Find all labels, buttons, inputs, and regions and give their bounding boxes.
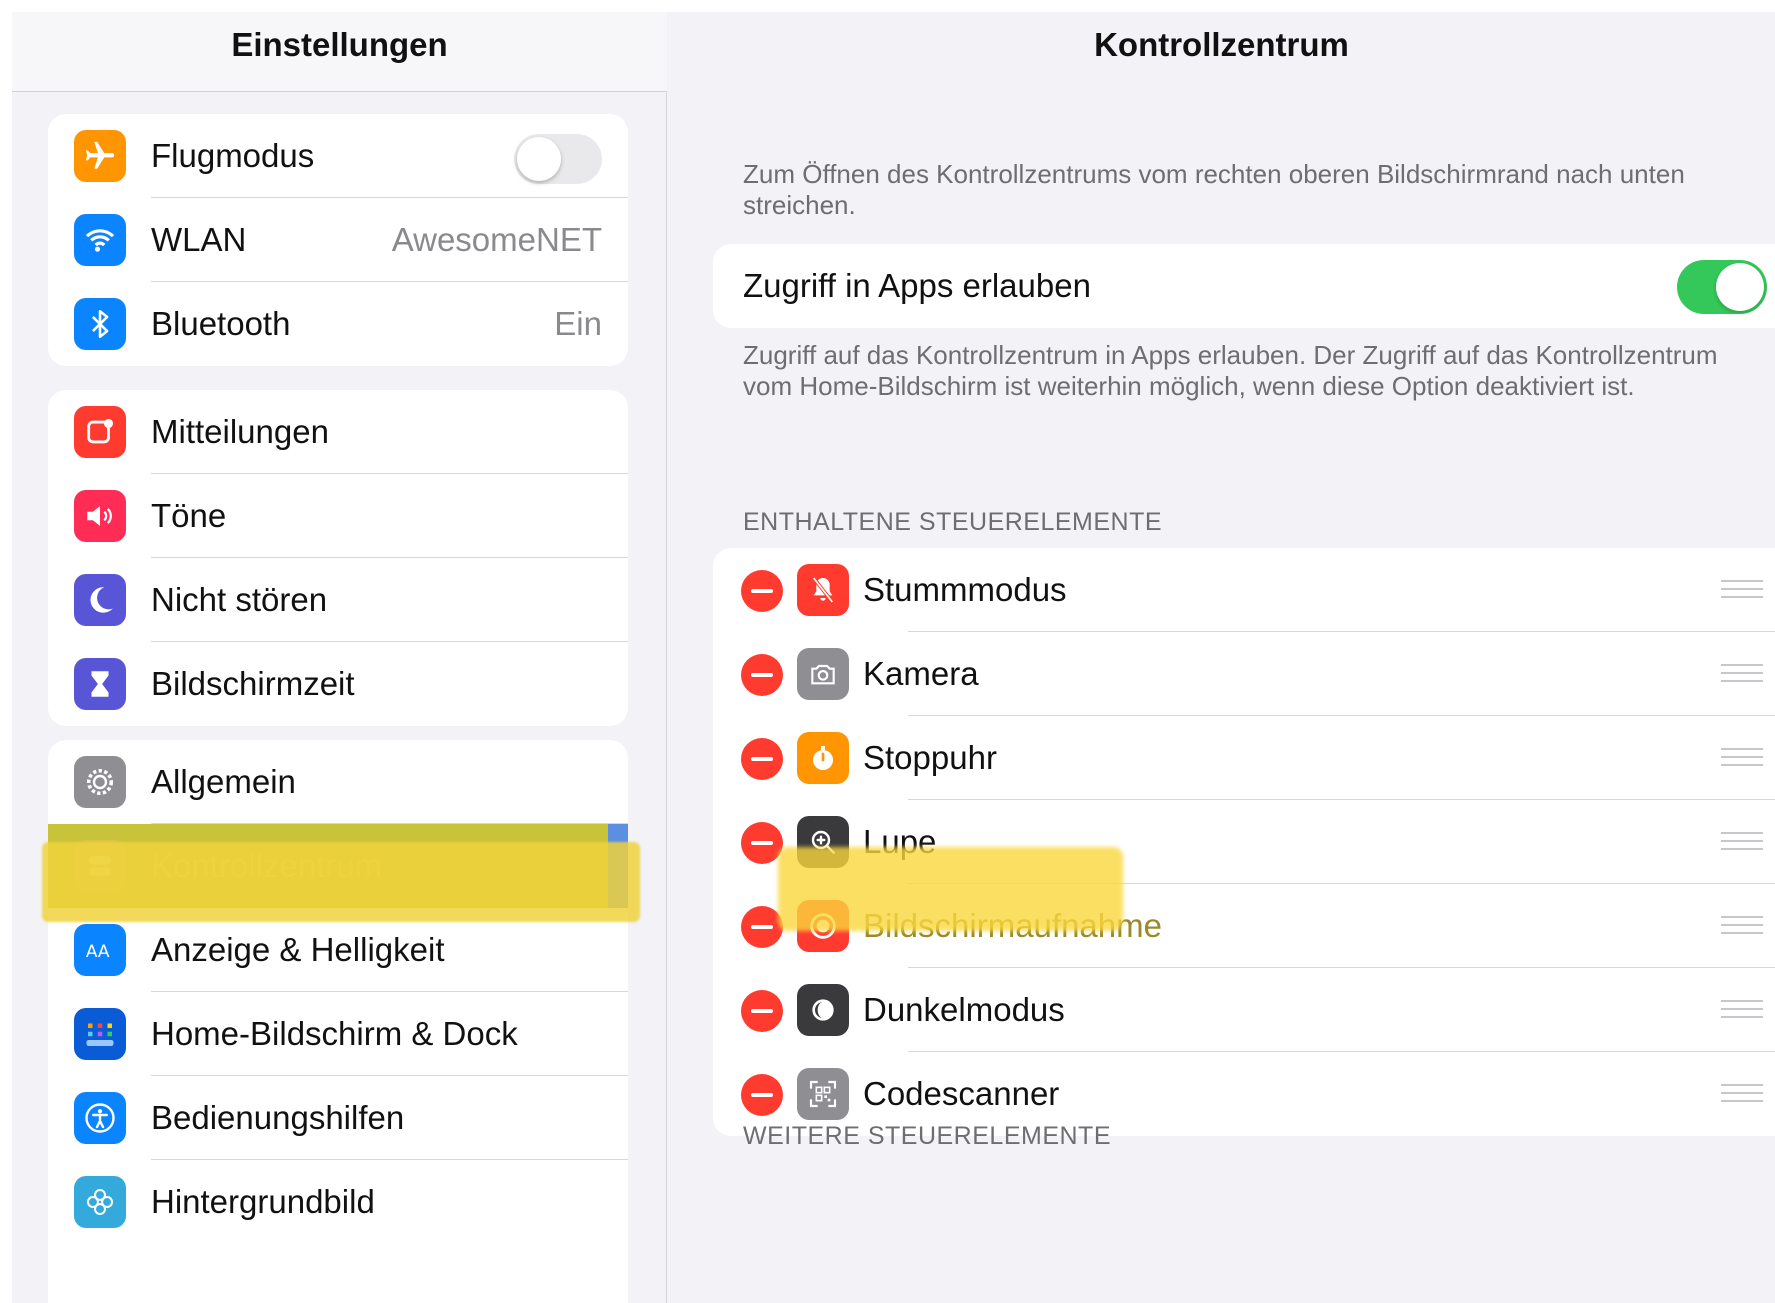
detail-pane: Kontrollzentrum Zum Öffnen des Kontrollz…: [668, 12, 1775, 1303]
dark-mode-icon: [797, 984, 849, 1036]
reorder-handle[interactable]: [1721, 580, 1763, 600]
control-label: Dunkelmodus: [863, 991, 1065, 1028]
access-toggle[interactable]: [1677, 260, 1767, 314]
control-row-kamera[interactable]: Kamera: [713, 632, 1775, 716]
reorder-handle[interactable]: [1721, 664, 1763, 684]
sidebar-item-label: Allgemein: [151, 763, 296, 800]
highlight-marker: [42, 842, 640, 922]
control-label: Stoppuhr: [863, 739, 997, 776]
sidebar-item-label: Nicht stören: [151, 581, 328, 618]
sidebar-item-label: Töne: [151, 497, 227, 534]
settings-window: Einstellungen Flugmodus WLAN AwesomeNET: [12, 12, 1775, 1303]
gear-icon: [74, 756, 126, 808]
remove-button[interactable]: [741, 906, 783, 948]
sidebar-item-label: Bluetooth: [151, 305, 291, 342]
text-size-icon: AA: [74, 924, 126, 976]
sidebar-item-hintergrundbild[interactable]: Hintergrundbild: [48, 1160, 628, 1244]
stopwatch-icon: [797, 732, 849, 784]
sidebar-item-bluetooth[interactable]: Bluetooth Ein: [48, 282, 628, 366]
more-section-header: WEITERE STEUERELEMENTE: [743, 1122, 1111, 1150]
control-label: Stummmodus: [863, 571, 1067, 608]
sidebar-item-label: Bedienungshilfen: [151, 1099, 405, 1136]
qr-code-icon: [797, 1068, 849, 1120]
sidebar-item-home-bildschirm[interactable]: Home-Bildschirm & Dock: [48, 992, 628, 1076]
wlan-network-value: AwesomeNET: [391, 221, 602, 258]
control-label: Kamera: [863, 655, 979, 692]
access-description: Zugriff auf das Kontrollzentrum in Apps …: [743, 340, 1718, 401]
hourglass-icon: [74, 658, 126, 710]
reorder-handle[interactable]: [1721, 1000, 1763, 1020]
page-title: Kontrollzentrum: [1094, 26, 1349, 63]
bluetooth-icon: [74, 298, 126, 350]
remove-button[interactable]: [741, 654, 783, 696]
moon-icon: [74, 574, 126, 626]
reorder-handle[interactable]: [1721, 748, 1763, 768]
sidebar-item-label: Mitteilungen: [151, 413, 329, 450]
sidebar-item-label: WLAN: [151, 221, 247, 258]
reorder-handle[interactable]: [1721, 916, 1763, 936]
speaker-icon: [74, 490, 126, 542]
remove-button[interactable]: [741, 822, 783, 864]
reorder-handle[interactable]: [1721, 1084, 1763, 1104]
sidebar-item-flugmodus[interactable]: Flugmodus: [48, 114, 628, 198]
sidebar-item-label: Bildschirmzeit: [151, 665, 355, 702]
sidebar-item-nicht-stoeren[interactable]: Nicht stören: [48, 558, 628, 642]
sidebar-item-bildschirmzeit[interactable]: Bildschirmzeit: [48, 642, 628, 726]
remove-button[interactable]: [741, 990, 783, 1032]
sidebar-title: Einstellungen: [231, 26, 448, 63]
sidebar-item-allgemein[interactable]: Allgemein: [48, 740, 628, 824]
intro-text: Zum Öffnen des Kontrollzentrums vom rech…: [743, 159, 1685, 220]
included-controls-list: Stummmodus Kamera Stoppuhr Lupe Dunkelmo…: [713, 548, 1775, 1136]
sidebar-item-label: Flugmodus: [151, 137, 315, 174]
svg-text:AA: AA: [86, 942, 110, 962]
remove-button[interactable]: [741, 738, 783, 780]
reorder-handle[interactable]: [1721, 832, 1763, 852]
bell-slash-icon: [797, 564, 849, 616]
camera-icon: [797, 648, 849, 700]
flugmodus-toggle[interactable]: [514, 134, 602, 184]
sidebar-item-label: Hintergrundbild: [151, 1183, 375, 1220]
accessibility-icon: [74, 1092, 126, 1144]
included-section-header: ENTHALTENE STEUERELEMENTE: [743, 508, 1163, 536]
sidebar-group-general: Allgemein Kontrollzentrum AA Anzeige & H…: [48, 740, 628, 1303]
sidebar-item-toene[interactable]: Töne: [48, 474, 628, 558]
control-row-dunkelmodus[interactable]: Dunkelmodus: [713, 968, 1775, 1052]
control-row-stoppuhr[interactable]: Stoppuhr: [713, 716, 1775, 800]
flower-icon: [74, 1176, 126, 1228]
grid-icon: [74, 1008, 126, 1060]
sidebar-group-connectivity: Flugmodus WLAN AwesomeNET Bluetooth Ein: [48, 114, 628, 366]
control-row-stummmodus[interactable]: Stummmodus: [713, 548, 1775, 632]
highlight-marker: [778, 847, 1123, 931]
sidebar: Einstellungen Flugmodus WLAN AwesomeNET: [12, 12, 667, 1303]
remove-button[interactable]: [741, 570, 783, 612]
sidebar-group-notifications: Mitteilungen Töne Nicht stören Bildschir…: [48, 390, 628, 726]
wifi-icon: [74, 214, 126, 266]
bluetooth-status-value: Ein: [554, 305, 602, 342]
sidebar-item-wlan[interactable]: WLAN AwesomeNET: [48, 198, 628, 282]
sidebar-header: Einstellungen: [12, 12, 667, 92]
sidebar-item-mitteilungen[interactable]: Mitteilungen: [48, 390, 628, 474]
access-row[interactable]: Zugriff in Apps erlauben: [713, 244, 1775, 328]
notifications-icon: [74, 406, 126, 458]
access-card: Zugriff in Apps erlauben: [713, 244, 1775, 328]
sidebar-item-bedienungshilfen[interactable]: Bedienungshilfen: [48, 1076, 628, 1160]
airplane-icon: [74, 130, 126, 182]
remove-button[interactable]: [741, 1074, 783, 1116]
access-label: Zugriff in Apps erlauben: [743, 267, 1091, 304]
sidebar-item-label: Home-Bildschirm & Dock: [151, 1015, 518, 1052]
